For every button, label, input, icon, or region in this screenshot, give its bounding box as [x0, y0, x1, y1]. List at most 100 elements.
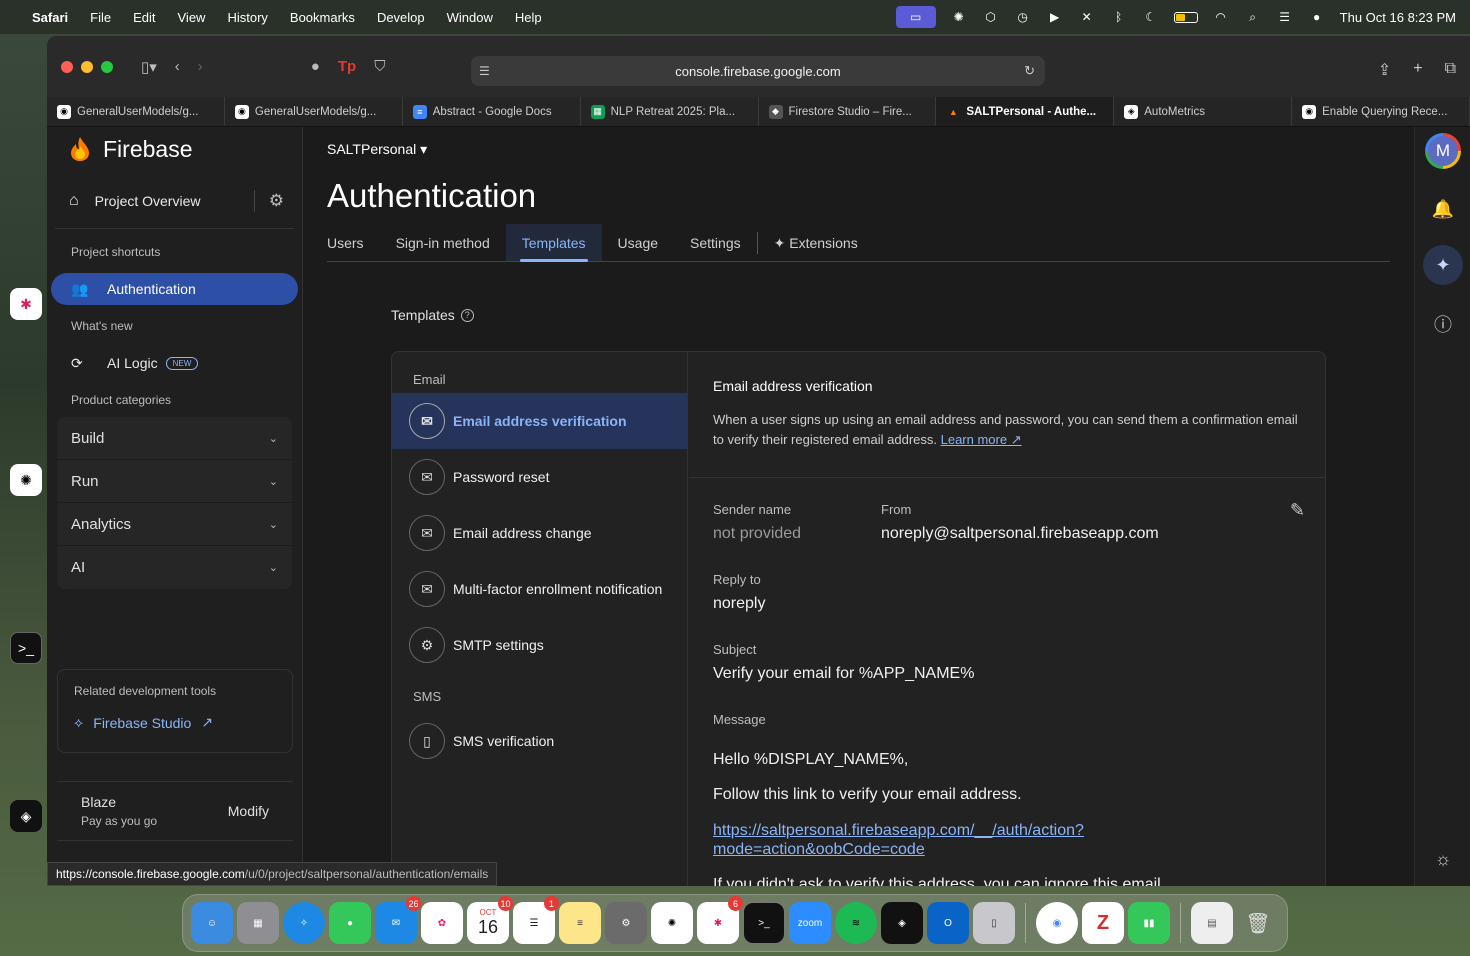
browser-tab[interactable]: ◉ GeneralUserModels/g... — [47, 97, 225, 126]
dock-trash[interactable]: 🗑 — [1237, 902, 1279, 944]
minimize-window-button[interactable] — [81, 60, 93, 73]
dock-system-settings[interactable]: ⚙ — [605, 902, 647, 944]
browser-tab[interactable]: ◉ GeneralUserModels/g... — [225, 97, 403, 126]
share-icon[interactable]: ⇪ — [1378, 60, 1391, 80]
tab-usage[interactable]: Usage — [602, 224, 674, 261]
dock-finder[interactable]: ☺ — [191, 902, 233, 944]
cube-icon[interactable]: ⬡ — [982, 10, 1000, 24]
menu-develop[interactable]: Develop — [377, 10, 425, 25]
category-run[interactable]: Run ⌄ — [57, 460, 292, 503]
dock-spotify[interactable]: ≋ — [835, 902, 877, 944]
sidebar-item-authentication[interactable]: 👥 Authentication — [51, 273, 298, 305]
project-selector[interactable]: SALTPersonal ▾ — [327, 141, 427, 158]
dock-reminders[interactable]: ☰ 1 — [513, 896, 559, 944]
menu-edit[interactable]: Edit — [133, 10, 155, 25]
modify-plan-button[interactable]: Modify — [228, 803, 269, 819]
menu-view[interactable]: View — [178, 10, 206, 25]
dock-chatgpt[interactable]: ✺ — [651, 902, 693, 944]
siri-icon[interactable]: ● — [1308, 10, 1326, 24]
template-sms-verification[interactable]: ▯ SMS verification — [392, 713, 687, 769]
wifi-icon[interactable]: ◠ — [1212, 10, 1230, 24]
terminal-desktop-icon[interactable]: >_ — [10, 632, 42, 664]
menu-bookmarks[interactable]: Bookmarks — [290, 10, 355, 25]
menu-history[interactable]: History — [227, 10, 267, 25]
new-tab-icon[interactable]: + — [1413, 60, 1422, 80]
address-bar[interactable]: ☰ console.firebase.google.com ↻ — [471, 56, 1045, 86]
extension-tp-icon[interactable]: Tp — [338, 58, 356, 75]
browser-tab[interactable]: ◆ Firestore Studio – Fire... — [759, 97, 937, 126]
dock-documents[interactable]: ▤ — [1191, 902, 1233, 944]
search-icon[interactable]: ⌕ — [1244, 10, 1262, 24]
zoom-window-button[interactable] — [101, 60, 113, 73]
template-mfa-enrollment[interactable]: ✉ Multi-factor enrollment notification — [392, 561, 687, 617]
browser-tab[interactable]: ▦ NLP Retreat 2025: Pla... — [581, 97, 759, 126]
control-center-icon[interactable]: ☰ — [1276, 10, 1294, 24]
chatgpt-desktop-icon[interactable]: ✺ — [10, 464, 42, 496]
extension-circle-icon[interactable]: ● — [311, 58, 320, 75]
cursor-desktop-icon[interactable]: ◈ — [10, 800, 42, 832]
dock-safari[interactable]: ✧ — [283, 902, 325, 944]
gear-icon[interactable]: ⚙ — [269, 191, 284, 211]
template-email-verification[interactable]: ✉ Email address verification — [392, 393, 687, 449]
dock-cursor[interactable]: ◈ — [881, 902, 923, 944]
bluetooth-icon[interactable]: ᛒ — [1110, 10, 1128, 24]
dock-launchpad[interactable]: ▦ — [237, 902, 279, 944]
slack-desktop-icon[interactable]: ✱ — [10, 288, 42, 320]
forward-icon[interactable]: › — [198, 58, 203, 75]
dock-notes[interactable]: ≡ — [559, 902, 601, 944]
dock-numbers[interactable]: ▮▮ — [1128, 902, 1170, 944]
help-icon[interactable]: ? — [460, 308, 474, 322]
menu-help[interactable]: Help — [515, 10, 542, 25]
theme-toggle-icon[interactable]: ☼ — [1415, 849, 1470, 870]
site-settings-icon[interactable]: ☰ — [479, 64, 490, 78]
dock-zoom[interactable]: zoom — [789, 902, 831, 944]
tab-templates[interactable]: Templates — [505, 224, 602, 262]
dock-terminal[interactable]: >_ — [743, 902, 785, 944]
template-password-reset[interactable]: ✉ Password reset — [392, 449, 687, 505]
play-icon[interactable]: ▶ — [1046, 10, 1064, 24]
template-email-change[interactable]: ✉ Email address change — [392, 505, 687, 561]
url-text[interactable]: console.firebase.google.com — [675, 64, 841, 79]
learn-more-link[interactable]: Learn more ↗ — [941, 432, 1022, 447]
sidebar-item-ai-logic[interactable]: ⟳ AI Logic NEW — [51, 347, 298, 379]
mute-icon[interactable]: ✕ — [1078, 10, 1096, 24]
browser-tab[interactable]: ◉ Enable Querying Rece... — [1292, 97, 1470, 126]
edit-pencil-icon[interactable]: ✎ — [1290, 500, 1305, 521]
category-build[interactable]: Build ⌄ — [57, 417, 292, 460]
chatgpt-icon[interactable]: ✺ — [950, 10, 968, 24]
tab-overview-icon[interactable]: ⧉ — [1445, 60, 1456, 80]
category-analytics[interactable]: Analytics ⌄ — [57, 503, 292, 546]
project-overview[interactable]: ⌂ Project Overview ⚙ — [55, 173, 294, 229]
dock-iphone-mirroring[interactable]: ▯ — [973, 902, 1015, 944]
tab-sign-in-method[interactable]: Sign-in method — [380, 224, 506, 261]
dock-photos[interactable]: ✿ — [421, 902, 463, 944]
dock-outlook[interactable]: O — [927, 902, 969, 944]
sidebar-toggle-icon[interactable]: ▯▾ — [141, 58, 157, 76]
shield-icon[interactable]: ⛉ — [374, 58, 385, 75]
dock-chrome[interactable]: ◉ — [1036, 902, 1078, 944]
menu-file[interactable]: File — [90, 10, 111, 25]
time-machine-icon[interactable]: ◷ — [1014, 10, 1032, 24]
tab-settings[interactable]: Settings — [674, 224, 757, 261]
dock-messages[interactable]: ● — [329, 902, 371, 944]
dock-mail[interactable]: ✉ 26 — [375, 896, 421, 944]
dock-zotero[interactable]: Z — [1082, 902, 1124, 944]
reload-icon[interactable]: ↻ — [1024, 63, 1035, 79]
menu-datetime[interactable]: Thu Oct 16 8:23 PM — [1340, 10, 1456, 25]
tab-users[interactable]: Users — [327, 224, 380, 261]
category-ai[interactable]: AI ⌄ — [57, 546, 292, 589]
tab-extensions[interactable]: ✦ Extensions — [758, 224, 874, 261]
battery-icon[interactable] — [1173, 11, 1198, 23]
browser-tab[interactable]: ◈ AutoMetrics — [1114, 97, 1293, 126]
firebase-logo[interactable]: Firebase — [47, 127, 302, 171]
moon-icon[interactable]: ☾ — [1142, 10, 1160, 24]
menu-app-name[interactable]: Safari — [32, 10, 68, 25]
dock-slack[interactable]: ✱ 6 — [697, 896, 743, 944]
message-link[interactable]: https://saltpersonal.firebaseapp.com/__/… — [713, 821, 1084, 859]
template-smtp-settings[interactable]: ⚙ SMTP settings — [392, 617, 687, 673]
screen-share-icon[interactable]: ▭ — [895, 6, 936, 28]
dock-calendar[interactable]: OCT 16 10 — [467, 896, 513, 944]
account-avatar[interactable]: M — [1425, 133, 1461, 169]
help-icon[interactable]: ⓘ — [1415, 311, 1470, 337]
bell-icon[interactable]: 🔔 — [1415, 199, 1470, 220]
